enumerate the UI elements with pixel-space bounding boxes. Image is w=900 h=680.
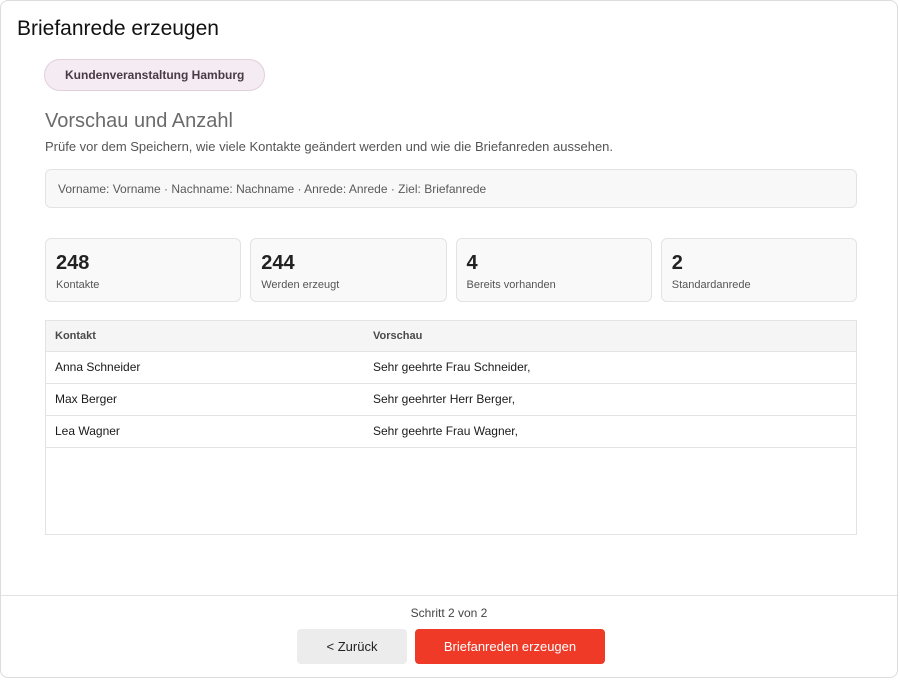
- table-row: Lea Wagner Sehr geehrte Frau Wagner,: [46, 415, 856, 448]
- field-mapping-summary: Vorname: Vorname · Nachname: Nachname · …: [45, 169, 857, 208]
- stat-value: 4: [466, 252, 478, 274]
- stat-card-generated: 244 Werden erzeugt: [250, 238, 447, 302]
- stat-card-existing: 4 Bereits vorhanden: [455, 238, 652, 302]
- cell-contact: Anna Schneider: [46, 351, 364, 384]
- stat-label: Werden erzeugt: [261, 279, 340, 291]
- stat-value: 244: [261, 252, 295, 274]
- generate-salutations-button[interactable]: Briefanreden erzeugen: [415, 629, 605, 664]
- table-row: Max Berger Sehr geehrter Herr Berger,: [46, 383, 856, 416]
- cell-preview: Sehr geehrte Frau Schneider,: [364, 351, 856, 384]
- event-chip[interactable]: Kundenveranstaltung Hamburg: [44, 59, 266, 91]
- stat-card-default: 2 Standardanrede: [660, 238, 857, 302]
- stats-row: 248 Kontakte 244 Werden erzeugt 4 Bereit…: [45, 238, 857, 302]
- table-header-row: Kontakt Vorschau: [46, 321, 856, 352]
- preview-table: Kontakt Vorschau Anna Schneider Sehr gee…: [45, 320, 857, 535]
- stat-label: Standardanrede: [671, 279, 751, 291]
- cell-preview: Sehr geehrter Herr Berger,: [364, 383, 856, 416]
- stat-value: 248: [56, 252, 90, 274]
- stat-card-contacts: 248 Kontakte: [45, 238, 242, 302]
- stat-value: 2: [671, 252, 683, 274]
- cell-preview: Sehr geehrte Frau Wagner,: [364, 415, 856, 448]
- section-description: Prüfe vor dem Speichern, wie viele Konta…: [45, 139, 614, 154]
- stat-label: Kontakte: [56, 279, 100, 291]
- cell-contact: Max Berger: [46, 383, 364, 416]
- table-row: Anna Schneider Sehr geehrte Frau Schneid…: [46, 351, 856, 384]
- column-header-contact: Kontakt: [46, 321, 364, 352]
- dialog-title: Briefanrede erzeugen: [17, 17, 219, 40]
- step-indicator: Schritt 2 von 2: [410, 606, 488, 620]
- field-mapping-text: Vorname: Vorname · Nachname: Nachname · …: [58, 181, 487, 196]
- dialog-footer: Schritt 2 von 2 < Zurück Briefanreden er…: [1, 595, 897, 677]
- cell-contact: Lea Wagner: [46, 415, 364, 448]
- column-header-preview: Vorschau: [364, 321, 856, 352]
- back-button[interactable]: < Zurück: [297, 629, 407, 664]
- dialog: Briefanrede erzeugen Kundenveranstaltung…: [0, 0, 898, 678]
- section-title: Vorschau und Anzahl: [45, 110, 233, 132]
- stat-label: Bereits vorhanden: [466, 279, 556, 291]
